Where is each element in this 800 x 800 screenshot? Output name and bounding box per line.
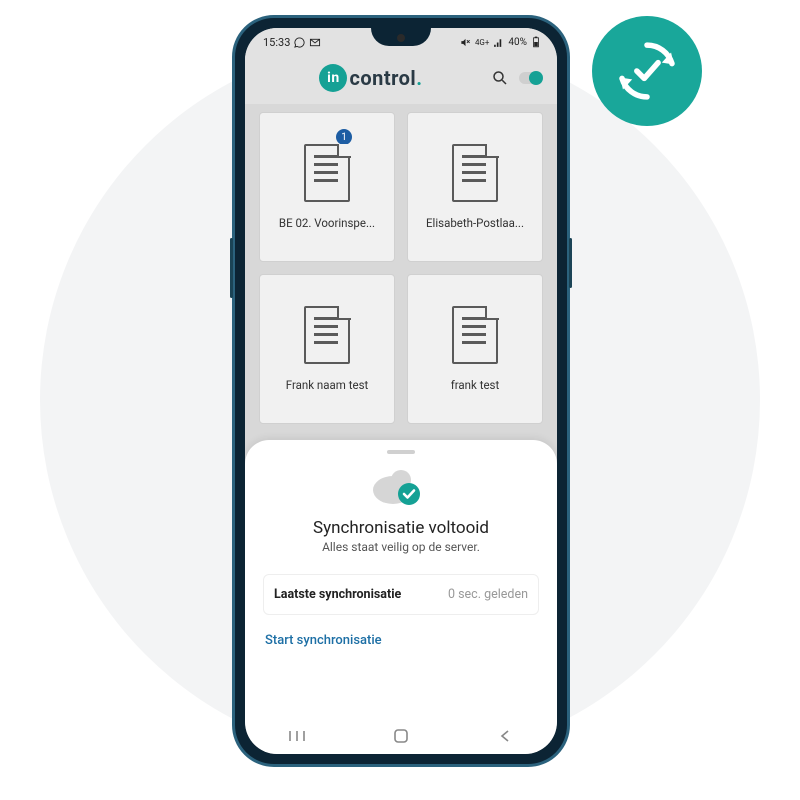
sync-check-icon [610,34,684,108]
card-label: Frank naam test [286,378,369,392]
search-button[interactable] [487,65,513,91]
sync-toggle[interactable] [517,65,543,91]
network-type: 4G+ [475,38,489,47]
document-icon [452,306,498,364]
cloud-check-icon [263,468,539,508]
sheet-title: Synchronisatie voltooid [263,518,539,538]
recents-icon [288,729,306,743]
mute-icon [460,37,471,48]
document-icon [452,144,498,202]
logo-dot: . [416,66,422,90]
project-card[interactable]: Frank naam test [259,274,395,424]
last-sync-value: 0 sec. geleden [448,587,528,602]
last-sync-label: Laatste synchronisatie [274,587,401,602]
home-icon [393,728,409,744]
search-icon [491,69,509,87]
project-grid: 1 BE 02. Voorinspe... Elisabeth-Postlaa.… [245,104,557,424]
status-time: 15:33 [263,36,290,49]
last-sync-row: Laatste synchronisatie 0 sec. geleden [263,574,539,615]
mail-icon [309,37,321,48]
android-nav-bar [245,718,557,754]
sync-badge [592,16,702,126]
document-icon [304,144,350,202]
document-icon [304,306,350,364]
card-label: frank test [451,378,500,392]
power-button [569,238,572,288]
app-bar: in control . [245,56,557,104]
battery-percent: 40% [508,37,527,48]
battery-icon [531,36,541,48]
phone-frame: 15:33 4G+ 40% [232,15,570,767]
back-icon [498,729,512,743]
home-button[interactable] [381,728,421,744]
app-logo: in control . [259,64,483,92]
sync-sheet: Synchronisatie voltooid Alles staat veil… [245,440,557,754]
back-button[interactable] [485,729,525,743]
phone-screen: 15:33 4G+ 40% [245,28,557,754]
toggle-icon [519,72,541,84]
logo-badge: in [319,64,347,92]
project-card[interactable]: frank test [407,274,543,424]
sheet-subtitle: Alles staat veilig op de server. [263,540,539,554]
card-label: BE 02. Voorinspe... [279,216,375,230]
phone-notch [371,28,431,46]
project-card[interactable]: 1 BE 02. Voorinspe... [259,112,395,262]
volume-button [230,238,233,298]
card-label: Elisabeth-Postlaa... [426,216,524,230]
signal-icon [493,37,504,48]
whatsapp-icon [294,37,305,48]
start-sync-button[interactable]: Start synchronisatie [263,629,539,652]
logo-text: control [349,66,416,90]
sheet-handle[interactable] [387,450,415,454]
project-card[interactable]: Elisabeth-Postlaa... [407,112,543,262]
recents-button[interactable] [277,729,317,743]
